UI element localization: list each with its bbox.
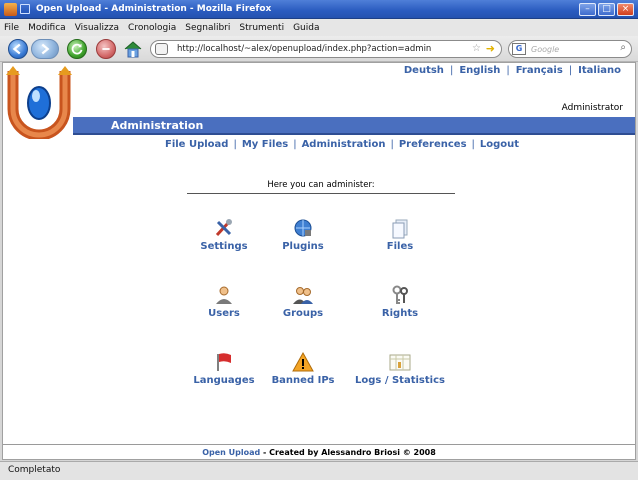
home-button[interactable] [123, 39, 143, 59]
keys-icon [389, 284, 411, 306]
nav-administration[interactable]: Administration [302, 139, 386, 150]
warning-icon [292, 351, 314, 373]
close-button[interactable]: × [617, 3, 634, 16]
maximize-button[interactable]: □ [598, 3, 615, 16]
menu-visualizza[interactable]: Visualizza [75, 23, 119, 33]
files-icon [389, 217, 411, 239]
section-title-bar: Administration [73, 117, 635, 135]
window-title: Open Upload - Administration - Mozilla F… [36, 4, 272, 14]
nav-file-upload[interactable]: File Upload [165, 139, 228, 150]
menu-strumenti[interactable]: Strumenti [239, 23, 284, 33]
bookmark-star-icon[interactable]: ☆ [472, 43, 481, 54]
admin-banned-ips-link[interactable]: Banned IPs [253, 351, 353, 386]
lang-francais[interactable]: Français [516, 65, 563, 76]
nav-logout[interactable]: Logout [480, 139, 519, 150]
main-navigation: File Upload | My Files | Administration … [165, 139, 520, 150]
lang-english[interactable]: English [459, 65, 500, 76]
lang-italiano[interactable]: Italiano [578, 65, 621, 76]
tile-label[interactable]: Rights [350, 308, 450, 319]
window-menu-icon[interactable] [20, 4, 30, 14]
tile-label[interactable]: Groups [253, 308, 353, 319]
address-bar[interactable]: http://localhost/~alex/openupload/index.… [150, 40, 502, 58]
menu-bar: File Modifica Visualizza Cronologia Segn… [0, 19, 638, 36]
admin-plugins-link[interactable]: Plugins [253, 217, 353, 252]
nav-preferences[interactable]: Preferences [399, 139, 467, 150]
tile-label[interactable]: Banned IPs [253, 375, 353, 386]
group-icon [292, 284, 314, 306]
site-favicon-icon [155, 43, 168, 55]
url-text[interactable]: http://localhost/~alex/openupload/index.… [177, 44, 431, 54]
plugin-globe-icon [292, 217, 314, 239]
navigation-toolbar: http://localhost/~alex/openupload/index.… [0, 36, 638, 62]
search-icon[interactable]: ⌕ [620, 42, 626, 53]
menu-file[interactable]: File [4, 23, 19, 33]
tools-icon [213, 217, 235, 239]
stop-button[interactable] [96, 39, 116, 59]
logged-user-label: Administrator [561, 103, 623, 113]
menu-modifica[interactable]: Modifica [28, 23, 66, 33]
divider [187, 193, 455, 194]
flag-icon [213, 351, 235, 373]
user-icon [213, 284, 235, 306]
forward-button[interactable] [31, 39, 59, 59]
open-upload-logo [5, 65, 73, 141]
statistics-icon [389, 351, 411, 373]
admin-logs-statistics-link[interactable]: Logs / Statistics [350, 351, 450, 386]
menu-cronologia[interactable]: Cronologia [128, 23, 176, 33]
admin-intro-text: Here you can administer: [267, 180, 375, 190]
status-bar: Completato [0, 461, 638, 480]
search-box[interactable]: G Google ⌕ [508, 40, 632, 58]
footer-brand-link[interactable]: Open Upload [202, 448, 260, 457]
firefox-icon [4, 2, 17, 16]
tile-label[interactable]: Plugins [253, 241, 353, 252]
language-selector: Deutsh | English | Français | Italiano [403, 65, 621, 76]
minimize-button[interactable]: – [579, 3, 596, 16]
tile-label[interactable]: Files [350, 241, 450, 252]
reload-button[interactable] [67, 39, 87, 59]
footer-credit: - Created by Alessandro Briosi © 2008 [260, 448, 436, 457]
go-arrow-icon[interactable]: ➜ [486, 42, 495, 55]
admin-files-link[interactable]: Files [350, 217, 450, 252]
menu-guida[interactable]: Guida [293, 23, 319, 33]
page-content: Deutsh | English | Français | Italiano A… [2, 62, 636, 460]
lang-deutsh[interactable]: Deutsh [404, 65, 444, 76]
nav-my-files[interactable]: My Files [242, 139, 288, 150]
tile-label[interactable]: Logs / Statistics [350, 375, 450, 386]
admin-groups-link[interactable]: Groups [253, 284, 353, 319]
search-engine-icon[interactable]: G [512, 43, 526, 55]
footer-divider [3, 444, 635, 445]
search-placeholder[interactable]: Google [531, 45, 559, 54]
menu-segnalibri[interactable]: Segnalibri [185, 23, 230, 33]
admin-rights-link[interactable]: Rights [350, 284, 450, 319]
footer: Open Upload - Created by Alessandro Brio… [3, 448, 635, 457]
back-button[interactable] [8, 39, 28, 59]
window-titlebar: Open Upload - Administration - Mozilla F… [0, 0, 638, 19]
